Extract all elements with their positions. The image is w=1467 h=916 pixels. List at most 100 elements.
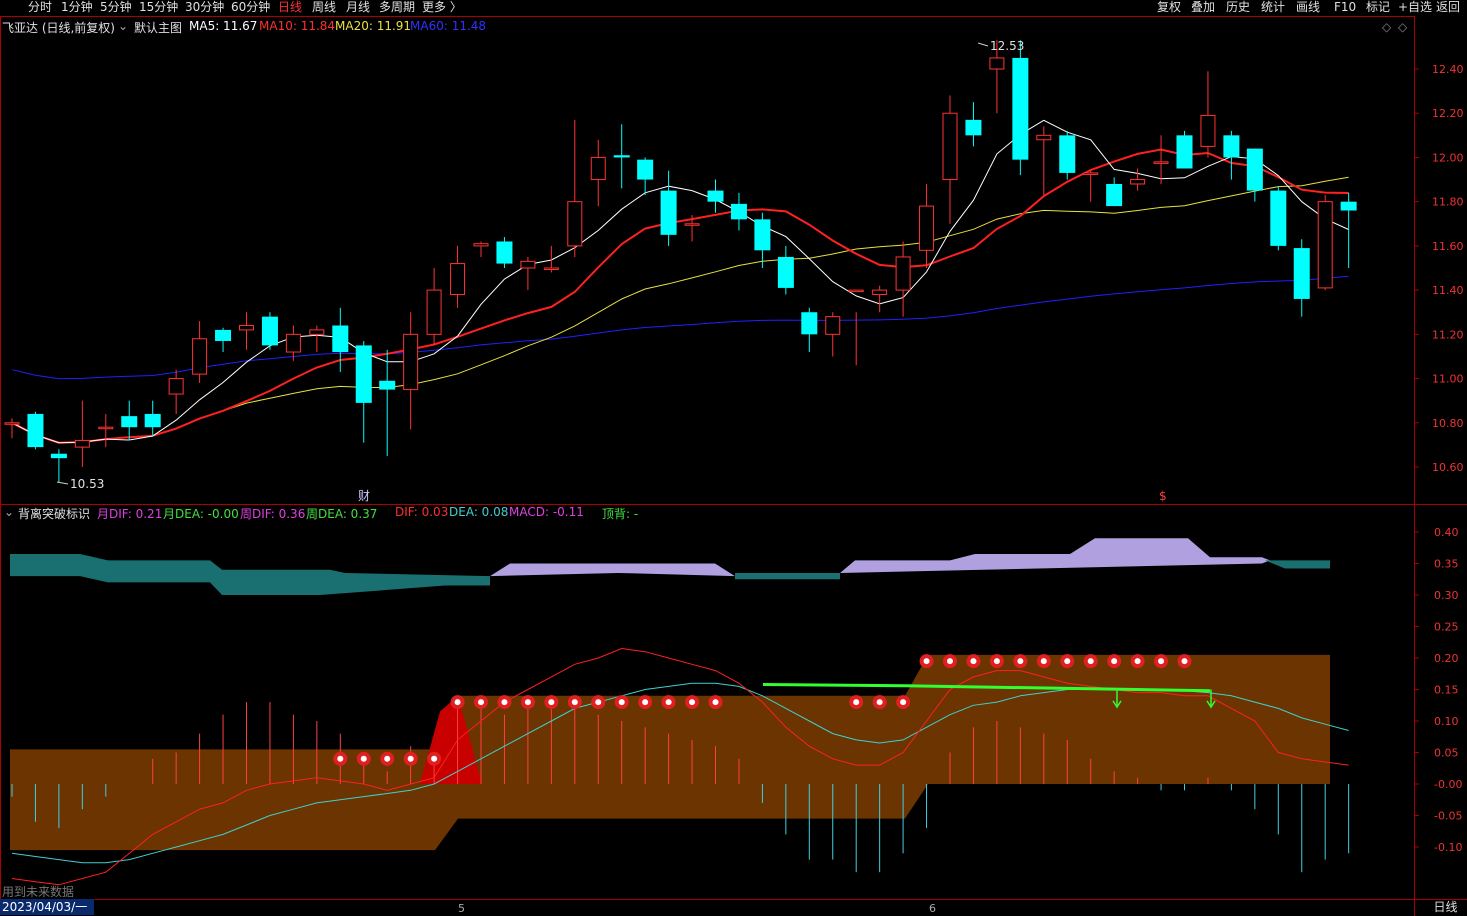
ma20-line (11, 176, 1349, 444)
teal-band-3 (1265, 560, 1330, 569)
moving-average-lines (11, 119, 1349, 444)
macd-y-tick-label: 0.35 (1434, 558, 1459, 571)
y-tick-label: 11.40 (1432, 284, 1464, 297)
candle (261, 312, 278, 350)
signal-marker (474, 695, 488, 710)
candle (1059, 130, 1076, 180)
macd-y-tick-label: -0.10 (1434, 841, 1462, 854)
candle (872, 285, 888, 313)
signal-marker (919, 654, 934, 669)
candle (215, 327, 232, 353)
candle (144, 400, 161, 437)
s-marker: $ (1159, 489, 1167, 503)
candle (426, 268, 442, 346)
signal-marker (450, 695, 465, 710)
candle (801, 307, 818, 353)
signal-marker (661, 695, 676, 710)
candle (379, 349, 396, 456)
main-y-axis: 12.40 12.20 12.00 11.80 11.60 11.40 11.20 11.00… (1414, 63, 1464, 474)
candle (1270, 186, 1287, 251)
candle (613, 124, 630, 189)
signal-marker (567, 695, 582, 710)
candle (1223, 130, 1240, 180)
candle (543, 245, 559, 273)
macd-y-tick-label: -0.00 (1434, 778, 1462, 791)
candle (1246, 148, 1263, 202)
signal-marker (403, 751, 418, 766)
ma60-line (11, 275, 1349, 380)
candle (965, 102, 982, 147)
signal-marker (1013, 654, 1028, 669)
macd-y-tick-label: 0.30 (1434, 589, 1459, 602)
brown-band (10, 654, 1330, 851)
candle (660, 170, 677, 246)
signal-marker (1177, 654, 1192, 669)
signal-marker (1107, 654, 1122, 669)
signal-marker (427, 751, 442, 766)
signal-marker (685, 695, 700, 710)
candle (825, 312, 841, 357)
candle (895, 241, 911, 317)
signal-marker (849, 695, 864, 710)
candle (777, 245, 794, 295)
candle (730, 192, 747, 231)
ma5-line (11, 119, 1349, 444)
candle (1200, 71, 1216, 158)
high-label: 12.53 (990, 39, 1024, 53)
signal-marker (872, 695, 887, 710)
candle (355, 340, 372, 443)
signal-marker (896, 695, 911, 710)
candle (473, 241, 489, 257)
y-tick-label: 10.80 (1432, 417, 1464, 430)
signal-marker (638, 695, 653, 710)
signal-marker (333, 751, 348, 766)
candle (1340, 192, 1357, 268)
candle (1012, 40, 1029, 176)
signal-marker (989, 654, 1004, 669)
signal-marker (1060, 654, 1075, 669)
macd-y-tick-label: 0.20 (1434, 652, 1459, 665)
signal-marker (497, 695, 512, 710)
candle (239, 312, 254, 350)
signal-marker (1154, 654, 1169, 669)
candle (4, 418, 20, 439)
macd-y-tick-label: -0.05 (1434, 810, 1462, 823)
y-tick-label: 11.20 (1432, 328, 1464, 341)
candle (707, 179, 724, 213)
lavender-band-1 (490, 563, 735, 577)
candle (192, 321, 208, 383)
candle (98, 413, 114, 448)
diamond-icon: ◇ (1382, 20, 1392, 34)
y-tick-label: 11.00 (1432, 373, 1464, 386)
future-data-note: 用到未来数据 (2, 885, 75, 899)
macd-y-tick-label: 0.10 (1434, 715, 1459, 728)
high-pointer (977, 42, 989, 47)
signal-marker (966, 654, 981, 669)
candle (1317, 195, 1333, 291)
low-label: 10.53 (70, 477, 104, 491)
cai-marker: 财 (358, 489, 370, 503)
ma10-line (11, 148, 1349, 444)
candle (27, 411, 44, 450)
signal-marker (943, 654, 957, 669)
signal-marker (1036, 654, 1051, 669)
month-mark-6: 6 (929, 902, 936, 915)
candle (567, 119, 583, 257)
candle (1130, 168, 1146, 191)
macd-indicator-area (10, 538, 1350, 886)
candle (754, 212, 771, 268)
candle (637, 157, 654, 196)
signal-marker (614, 695, 629, 710)
cursor-date: 2023/04/03/一 (0, 899, 94, 915)
macd-y-tick-label: 0.15 (1434, 684, 1459, 697)
signal-marker (380, 751, 395, 766)
teal-band-2 (735, 572, 840, 580)
y-tick-label: 11.60 (1432, 240, 1464, 253)
candle (121, 400, 138, 441)
signal-marker (520, 695, 535, 710)
stock-chart[interactable]: 12.40 12.20 12.00 11.80 11.60 11.40 11.20 11.00… (0, 0, 1467, 916)
macd-y-tick-label: 0.25 (1434, 621, 1459, 634)
y-tick-label: 10.60 (1432, 461, 1464, 474)
y-tick-label: 12.40 (1432, 63, 1464, 76)
candle (1153, 135, 1169, 184)
